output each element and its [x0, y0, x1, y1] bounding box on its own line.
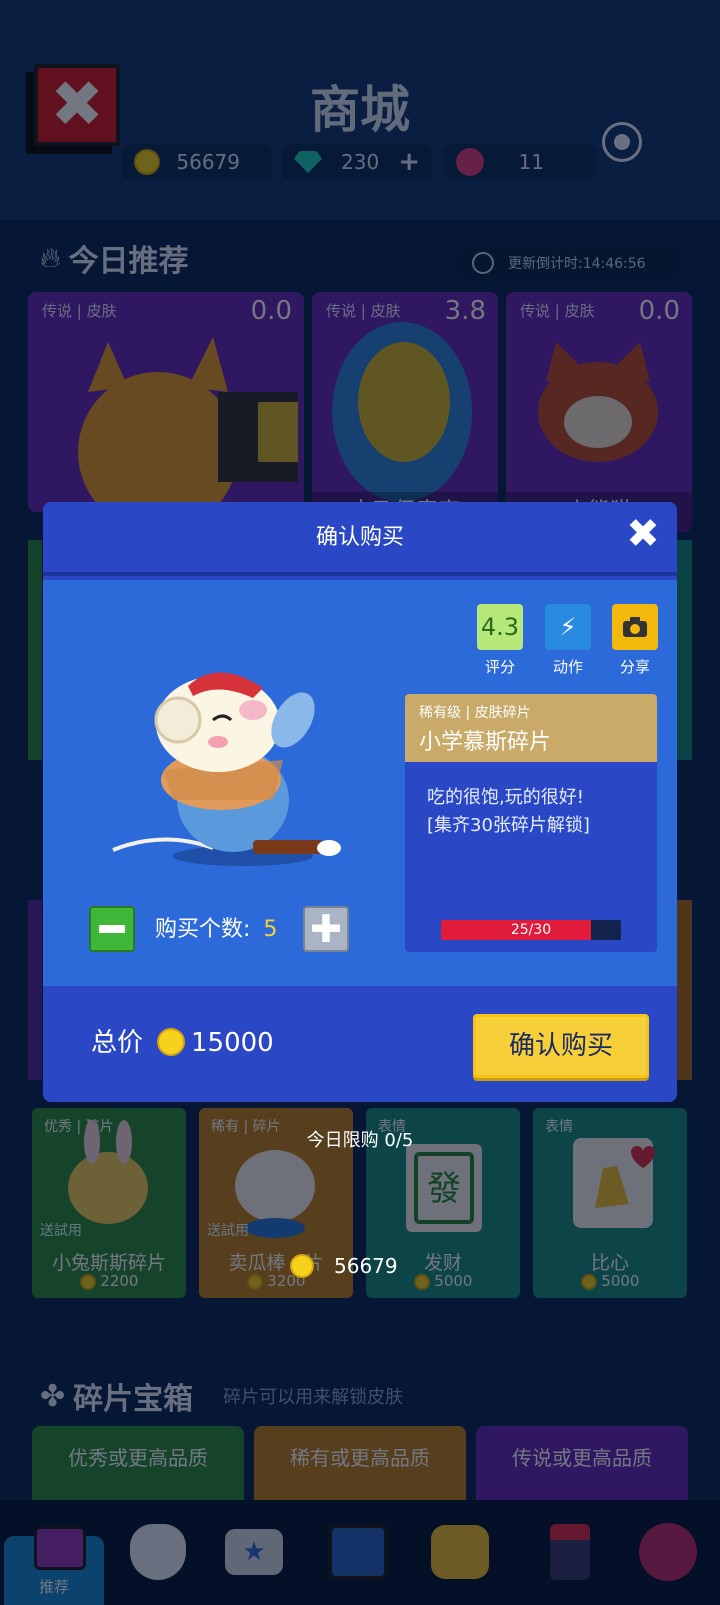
today-title: 今日推荐	[68, 244, 189, 279]
item-info-header: 稀有级 | 皮肤碎片 小学慕斯碎片	[405, 694, 657, 762]
mask-icon	[431, 1525, 489, 1579]
description-line: 吃的很饱,玩的很好!	[427, 787, 584, 808]
dialog-footer: 总价 15000 确认购买	[43, 986, 677, 1102]
featured-card-3[interactable]: 传说 | 皮肤 0.0 小熊猫	[506, 292, 692, 532]
robot-icon	[328, 1524, 388, 1580]
featured-card-2[interactable]: 传说 | 皮肤 3.8 木乃伊奇克	[312, 292, 498, 532]
nav-robot-button[interactable]	[318, 1512, 398, 1592]
bg-card-edge	[28, 540, 42, 760]
running-icon: ⚡︎	[545, 604, 591, 650]
increase-quantity-button[interactable]: ✚	[303, 906, 349, 952]
nav-lotus-button[interactable]	[628, 1512, 708, 1592]
coin-icon	[79, 1273, 96, 1290]
fire-icon: 🔥︎	[40, 241, 61, 274]
lotus-icon	[639, 1523, 697, 1581]
share-label: 分享	[619, 658, 650, 676]
record-button[interactable]	[602, 122, 642, 162]
coin-icon	[580, 1273, 597, 1290]
record-icon	[614, 134, 630, 150]
coin-icon	[134, 149, 160, 175]
balance-display: 56679	[290, 1250, 450, 1282]
rating-label: 评分	[484, 658, 515, 676]
clover-icon: ✤	[40, 1378, 66, 1414]
coin-icon	[290, 1254, 314, 1278]
mouse-character-image	[112, 672, 341, 866]
lotus-counter: 11	[444, 144, 596, 180]
coin-amount: 56679	[176, 150, 240, 174]
close-shop-button[interactable]: ✖	[34, 64, 120, 146]
total-price: 15000	[191, 1028, 274, 1058]
item-price: 2200	[32, 1272, 186, 1290]
gem-amount: 230	[341, 150, 380, 174]
clock-icon	[472, 252, 494, 274]
bunny-icon	[130, 1524, 186, 1580]
decrease-quantity-button[interactable]	[89, 906, 135, 952]
camera-icon	[612, 604, 658, 650]
item-rarity: 稀有级 | 皮肤碎片	[419, 705, 531, 721]
coin-icon	[246, 1273, 263, 1290]
description-line: [集齐30张碎片解锁]	[427, 815, 590, 836]
fragment-progress-bar: 25/30	[441, 920, 621, 940]
nav-joystick-button[interactable]	[530, 1512, 610, 1592]
action-label: 动作	[552, 658, 583, 676]
bg-card-edge	[677, 900, 692, 1080]
item-info-card: 稀有级 | 皮肤碎片 小学慕斯碎片 吃的很饱,玩的很好! [集齐30张碎片解锁]…	[405, 694, 657, 952]
dialog-title: 确认购买	[43, 502, 677, 576]
item-name: 小兔斯斯碎片	[51, 1252, 166, 1274]
chest-section-header: ✤ 碎片宝箱 碎片可以用来解锁皮肤	[40, 1374, 403, 1418]
purchase-dialog: 确认购买 ✖ 4.3 评分 ⚡︎ 动作 分享 购买个数: 5 ✚ 稀有级 | 皮…	[43, 502, 677, 1102]
chest-subtitle: 碎片可以用来解锁皮肤	[223, 1387, 404, 1408]
nav-mask-button[interactable]	[420, 1512, 500, 1592]
dialog-close-button[interactable]: ✖	[623, 514, 663, 554]
item-name: 小学慕斯碎片	[419, 730, 552, 755]
minus-icon	[99, 925, 125, 933]
rating-button[interactable]: 4.3 评分	[477, 604, 530, 677]
bg-card-edge	[677, 540, 692, 760]
item-name: 比心	[590, 1252, 629, 1274]
daily-limit-text: 今日限购 0/5	[306, 1130, 414, 1151]
chest-label: 优秀或更高品质	[68, 1446, 208, 1470]
shop-chest-icon	[20, 1508, 100, 1588]
close-icon: ✖	[50, 68, 104, 142]
nav-emote-button[interactable]: ★	[214, 1512, 294, 1592]
timer-text: 更新倒计时:14:46:56	[508, 256, 646, 272]
action-button[interactable]: ⚡︎ 动作	[545, 604, 598, 677]
joystick-icon	[550, 1524, 590, 1580]
trial-badge: 送試用	[207, 1223, 249, 1239]
dialog-body: 4.3 评分 ⚡︎ 动作 分享 购买个数: 5 ✚ 稀有级 | 皮肤碎片 小学慕…	[43, 580, 677, 986]
coin-counter: 56679	[122, 144, 272, 180]
cat-character-image	[78, 337, 298, 512]
chest-label: 传说或更高品质	[512, 1446, 652, 1470]
total-label: 总价	[91, 1028, 144, 1058]
share-button[interactable]: 分享	[612, 604, 665, 677]
nav-character-button[interactable]	[118, 1512, 198, 1592]
item-description: 吃的很饱,玩的很好! [集齐30张碎片解锁]	[427, 784, 590, 840]
svg-text:發: 發	[427, 1169, 461, 1209]
refresh-timer: 更新倒计时:14:46:56	[456, 246, 686, 280]
plus-icon: ✚	[310, 907, 342, 951]
chest-label: 稀有或更高品质	[290, 1446, 430, 1470]
gem-icon	[294, 151, 322, 173]
lotus-amount: 11	[518, 150, 544, 174]
coin-icon	[157, 1028, 185, 1056]
item-price: 5000	[533, 1272, 687, 1290]
balance-amount: 56679	[334, 1254, 398, 1278]
gem-counter: 230 +	[282, 144, 432, 180]
confirm-purchase-button[interactable]: 确认购买	[473, 1014, 649, 1078]
chest-title: 碎片宝箱	[73, 1382, 194, 1417]
featured-card-1[interactable]: 传说 | 皮肤 0.0	[28, 292, 304, 512]
quantity-label: 购买个数: 5	[155, 910, 277, 950]
lotus-icon	[456, 148, 484, 176]
close-icon: ✖	[626, 511, 660, 557]
progress-text: 25/30	[510, 922, 552, 938]
star-bubble-icon: ★	[225, 1529, 283, 1575]
quantity-value: 5	[263, 917, 278, 942]
add-gems-button[interactable]: +	[398, 147, 420, 177]
bg-card-edge	[28, 900, 42, 1080]
quantity-label-text: 购买个数:	[155, 917, 251, 942]
rating-badge: 4.3	[477, 604, 523, 650]
trial-badge: 送試用	[40, 1223, 82, 1239]
today-section-header: 🔥︎ 今日推荐	[40, 236, 189, 280]
